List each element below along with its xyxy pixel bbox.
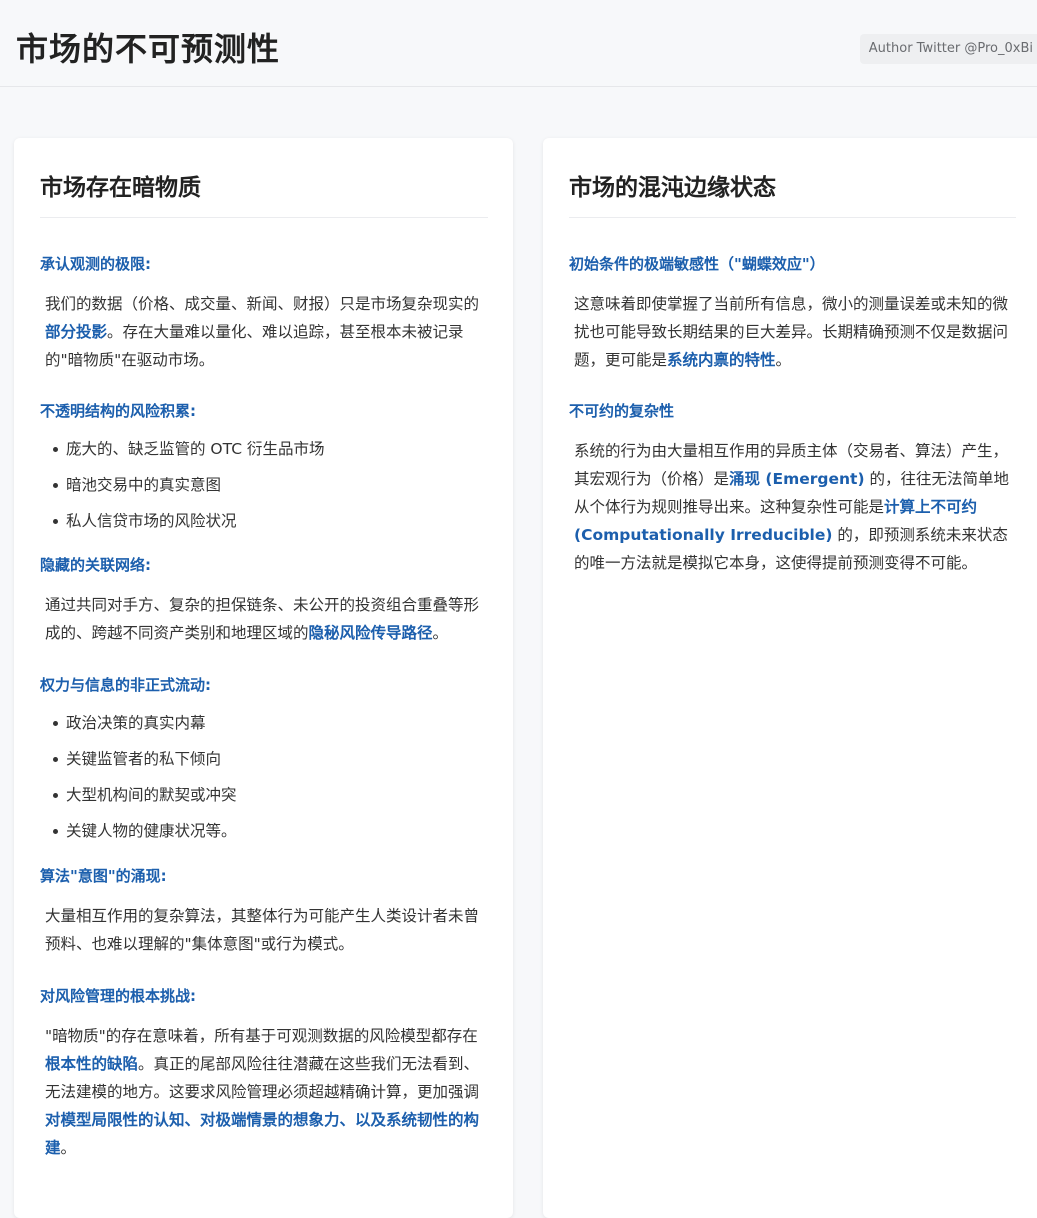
list-item: 关键人物的健康状况等。 xyxy=(40,821,488,857)
list-item: 私人信贷市场的风险状况 xyxy=(40,511,488,547)
card-market-chaos-edge: 市场的混沌边缘状态 初始条件的极端敏感性（"蝴蝶效应"） 这意味着即使掌握了当前… xyxy=(543,138,1037,1218)
bullet-list: 庞大的、缺乏监管的 OTC 衍生品市场 暗池交易中的真实意图 私人信贷市场的风险… xyxy=(40,439,488,547)
highlight-text: 隐秘风险传导路径 xyxy=(308,624,433,642)
list-item: 大型机构间的默契或冲突 xyxy=(40,785,488,821)
section-paragraph: 系统的行为由大量相互作用的异质主体（交易者、算法）产生，其宏观行为（价格）是涌现… xyxy=(569,437,1019,577)
card-market-dark-matter: 市场存在暗物质 承认观测的极限: 我们的数据（价格、成交量、新闻、财报）只是市场… xyxy=(14,138,513,1218)
highlight-text: 涌现 (Emergent) xyxy=(729,470,865,488)
page-title: 市场的不可预测性 xyxy=(16,30,281,68)
highlight-text: 系统内禀的特性 xyxy=(667,351,776,369)
section-heading: 承认观测的极限: xyxy=(40,255,151,273)
list-item: 庞大的、缺乏监管的 OTC 衍生品市场 xyxy=(40,439,488,475)
highlight-text: 部分投影 xyxy=(45,323,108,341)
bullet-list: 政治决策的真实内幕 关键监管者的私下倾向 大型机构间的默契或冲突 关键人物的健康… xyxy=(40,713,488,857)
section-paragraph: 我们的数据（价格、成交量、新闻、财报）只是市场复杂现实的部分投影。存在大量难以量… xyxy=(40,290,488,374)
author-badge: Author Twitter @Pro_0xBi xyxy=(859,34,1037,64)
list-item: 政治决策的真实内幕 xyxy=(40,713,488,749)
highlight-text: 对模型局限性的认知、对极端情景的想象力、以及系统韧性的构建 xyxy=(45,1111,480,1157)
section-paragraph: 通过共同对手方、复杂的担保链条、未公开的投资组合重叠等形成的、跨越不同资产类别和… xyxy=(40,591,488,647)
paragraph-text: 。 xyxy=(432,624,449,642)
section-heading: 对风险管理的根本挑战: xyxy=(40,987,196,1005)
paragraph-text: "暗物质"的存在意味着，所有基于可观测数据的风险模型都存在 xyxy=(45,1027,478,1045)
section-heading: 权力与信息的非正式流动: xyxy=(40,676,211,694)
card-title: 市场存在暗物质 xyxy=(40,168,488,218)
highlight-text: 根本性的缺陷 xyxy=(45,1055,139,1073)
section-heading: 初始条件的极端敏感性（"蝴蝶效应"） xyxy=(569,255,825,273)
paragraph-text: 。存在大量难以量化、难以追踪，甚至根本未被记录的"暗物质"在驱动市场。 xyxy=(45,323,464,369)
list-item: 暗池交易中的真实意图 xyxy=(40,475,488,511)
section-heading: 隐藏的关联网络: xyxy=(40,556,151,574)
section-paragraph: "暗物质"的存在意味着，所有基于可观测数据的风险模型都存在根本性的缺陷。真正的尾… xyxy=(40,1022,488,1162)
section-paragraph: 大量相互作用的复杂算法，其整体行为可能产生人类设计者未曾预料、也难以理解的"集体… xyxy=(45,907,480,953)
list-item: 关键监管者的私下倾向 xyxy=(40,749,488,785)
paragraph-text: 。 xyxy=(60,1139,77,1157)
card-title: 市场的混沌边缘状态 xyxy=(569,168,1016,218)
section-paragraph: 这意味着即使掌握了当前所有信息，微小的测量误差或未知的微扰也可能导致长期结果的巨… xyxy=(569,290,1019,374)
paragraph-text: 。 xyxy=(775,351,792,369)
section-heading: 不透明结构的风险积累: xyxy=(40,402,196,420)
section-heading: 不可约的复杂性 xyxy=(569,402,675,420)
section-heading: 算法"意图"的涌现: xyxy=(40,867,167,885)
paragraph-text: 我们的数据（价格、成交量、新闻、财报）只是市场复杂现实的 xyxy=(45,295,480,313)
page-header: 市场的不可预测性 Author Twitter @Pro_0xBi xyxy=(0,0,1037,87)
